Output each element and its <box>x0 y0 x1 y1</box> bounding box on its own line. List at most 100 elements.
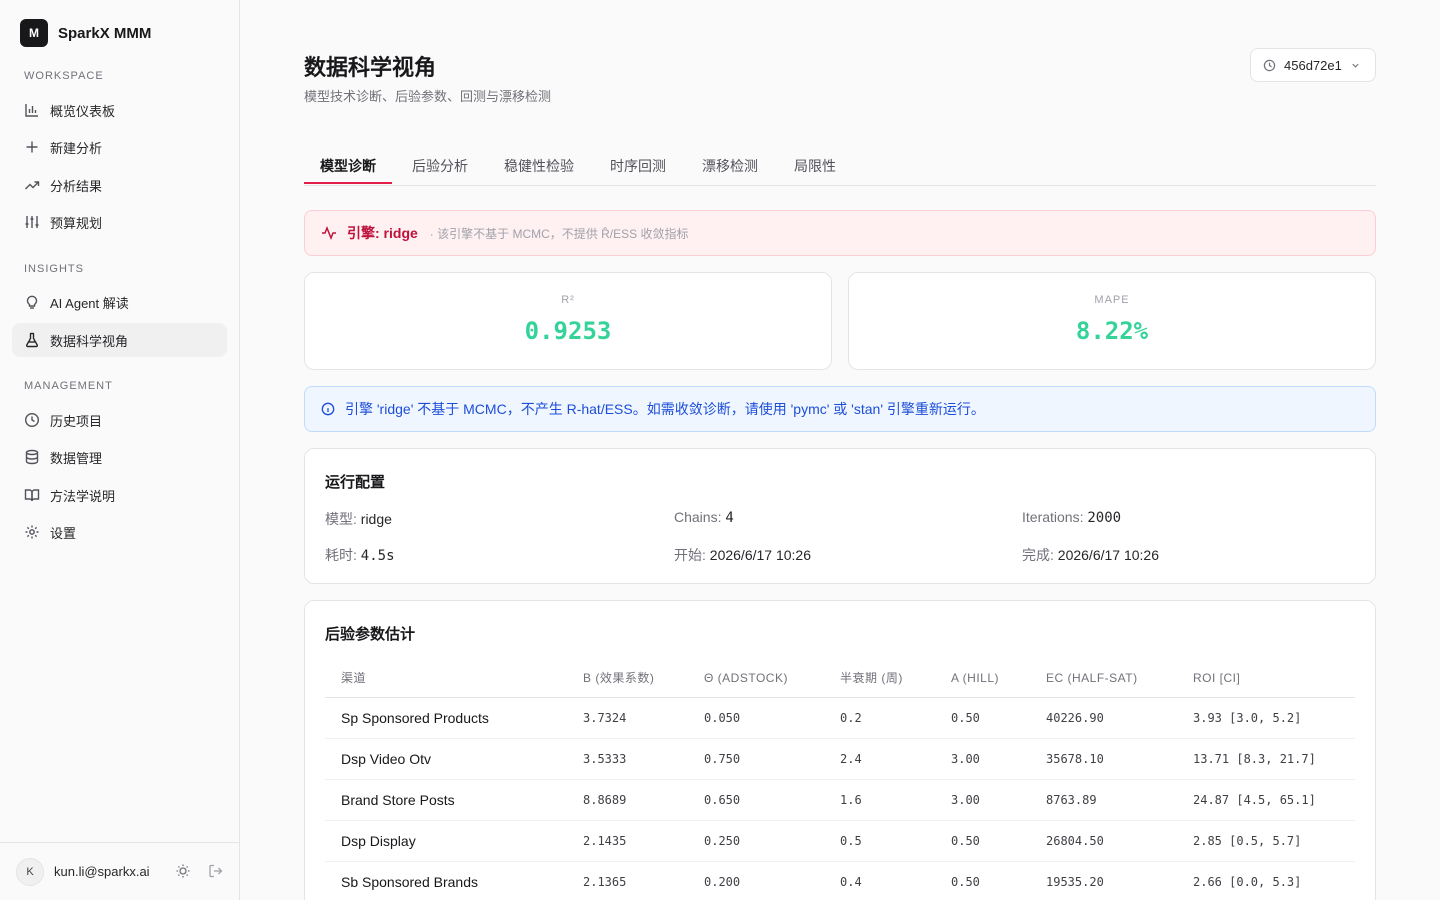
sidebar-item-label: 分析结果 <box>50 178 103 194</box>
activity-icon <box>322 225 336 241</box>
ec-value: 35678.10 <box>1030 738 1177 780</box>
config-item-model: 模型: ridge <box>325 509 392 529</box>
table-row[interactable]: Sb Sponsored Brands 2.1365 0.200 0.4 0.5… <box>325 861 1355 900</box>
book-icon <box>24 489 40 502</box>
tab-model-diagnostics[interactable]: 模型诊断 <box>320 156 376 176</box>
roi-value: 13.71 [8.3, 21.7] <box>1177 738 1355 780</box>
sidebar-item-new-analysis[interactable]: 新建分析 <box>12 130 227 164</box>
roi-value: 2.66 [0.0, 5.3] <box>1177 861 1355 900</box>
alpha-value: 0.50 <box>935 697 1030 739</box>
gear-icon <box>25 525 39 539</box>
sidebar-item-label: 历史项目 <box>50 413 103 429</box>
table-row[interactable]: Dsp Display 2.1435 0.250 0.5 0.50 26804.… <box>325 820 1355 862</box>
config-value: 2026/6/17 10:26 <box>709 547 811 563</box>
column-header[interactable]: Β (效果系数) <box>567 659 688 698</box>
sidebar: M SparkX MMM WORKSPACE 概览仪表板 新建分析 分析结果 预… <box>0 0 240 900</box>
sidebar-item-history[interactable]: 历史项目 <box>12 403 227 437</box>
half-life-value: 1.6 <box>824 779 935 821</box>
column-header[interactable]: ROI [CI] <box>1177 659 1355 698</box>
config-value: 4.5s <box>360 548 395 564</box>
tab-robustness[interactable]: 稳健性检验 <box>504 156 574 176</box>
page-title: 数据科学视角 <box>304 55 437 80</box>
tab-backtest[interactable]: 时序回测 <box>610 156 666 176</box>
ec-value: 40226.90 <box>1030 697 1177 739</box>
brand-logo: M <box>20 19 48 47</box>
sidebar-item-data-management[interactable]: 数据管理 <box>12 440 227 474</box>
config-key: 完成: <box>1022 547 1054 563</box>
clock-icon <box>24 412 40 428</box>
ec-value: 19535.20 <box>1030 861 1177 900</box>
config-item-chains: Chains: 4 <box>674 509 734 526</box>
theta-value: 0.650 <box>688 779 824 821</box>
config-item-iterations: Iterations: 2000 <box>1022 509 1121 526</box>
table-row[interactable]: Dsp Video Otv 3.5333 0.750 2.4 3.00 3567… <box>325 738 1355 780</box>
sidebar-item-label: 方法学说明 <box>50 488 116 504</box>
channel-name: Sb Sponsored Brands <box>325 861 567 900</box>
channel-name: Dsp Video Otv <box>325 738 567 780</box>
sidebar-item-label: 新建分析 <box>50 140 103 156</box>
avatar[interactable]: K <box>16 857 44 886</box>
sidebar-item-label: 概览仪表板 <box>50 103 116 119</box>
column-header[interactable]: Α (HILL) <box>935 659 1030 698</box>
beta-value: 3.5333 <box>567 738 688 780</box>
run-selector[interactable]: 456d72e1 <box>1250 48 1376 82</box>
config-value: ridge <box>360 511 392 527</box>
tab-drift-detection[interactable]: 漂移检测 <box>702 156 758 176</box>
section-label-insights: INSIGHTS <box>24 263 84 275</box>
config-value: 2000 <box>1087 510 1122 526</box>
config-item-end: 完成: 2026/6/17 10:26 <box>1022 545 1159 565</box>
engine-label: 引擎: ridge <box>347 225 418 241</box>
engine-note: · 该引擎不基于 MCMC，不提供 R̂/ESS 收敛指标 <box>429 226 689 241</box>
tab-limitations[interactable]: 局限性 <box>794 156 836 176</box>
tab-bar: 模型诊断 后验分析 稳健性检验 时序回测 漂移检测 局限性 <box>304 146 1376 186</box>
table-row[interactable]: Sp Sponsored Products 3.7324 0.050 0.2 0… <box>325 697 1355 739</box>
sidebar-item-methodology[interactable]: 方法学说明 <box>12 478 227 512</box>
config-key: 模型: <box>325 511 357 527</box>
card-title: 运行配置 <box>325 474 386 491</box>
channel-name: Dsp Display <box>325 820 567 862</box>
bar-chart-icon <box>25 104 38 117</box>
roi-value: 3.93 [3.0, 5.2] <box>1177 697 1355 739</box>
column-header[interactable]: 渠道 <box>325 659 567 698</box>
sidebar-item-budget[interactable]: 预算规划 <box>12 205 227 239</box>
column-header[interactable]: Θ (ADSTOCK) <box>688 659 824 698</box>
alpha-value: 3.00 <box>935 779 1030 821</box>
config-value: 2026/6/17 10:26 <box>1057 547 1159 563</box>
sidebar-item-label: 数据科学视角 <box>50 333 129 349</box>
run-id: 456d72e1 <box>1284 57 1342 73</box>
sidebar-item-dashboard[interactable]: 概览仪表板 <box>12 93 227 127</box>
sidebar-item-ai-agent[interactable]: AI Agent 解读 <box>12 285 227 319</box>
config-key: 开始: <box>674 547 706 563</box>
section-label-workspace: WORKSPACE <box>24 70 104 82</box>
clock-icon <box>1263 59 1276 71</box>
sidebar-item-results[interactable]: 分析结果 <box>12 168 227 202</box>
column-header[interactable]: EC (HALF-SAT) <box>1030 659 1177 698</box>
logout-icon[interactable] <box>208 863 224 879</box>
engine-banner: 引擎: ridge · 该引擎不基于 MCMC，不提供 R̂/ESS 收敛指标 <box>304 210 1376 256</box>
table-header-row: 渠道 Β (效果系数) Θ (ADSTOCK) 半衰期 (周) Α (HILL)… <box>325 659 1355 698</box>
beta-value: 2.1365 <box>567 861 688 900</box>
sidebar-item-settings[interactable]: 设置 <box>12 515 227 549</box>
theta-value: 0.250 <box>688 820 824 862</box>
sun-icon[interactable] <box>175 863 191 879</box>
metric-value: 0.9253 <box>524 317 612 345</box>
metric-value: 8.22% <box>1075 317 1149 345</box>
tab-posterior-analysis[interactable]: 后验分析 <box>412 156 468 176</box>
sidebar-item-label: AI Agent 解读 <box>50 295 129 311</box>
theta-value: 0.050 <box>688 697 824 739</box>
metric-card-r2: R² 0.9253 <box>304 272 832 370</box>
lightbulb-icon <box>26 295 38 309</box>
info-text: 引擎 'ridge' 不基于 MCMC，不产生 R-hat/ESS。如需收敛诊断… <box>345 401 985 417</box>
table-row[interactable]: Brand Store Posts 8.8689 0.650 1.6 3.00 … <box>325 779 1355 821</box>
sidebar-item-label: 预算规划 <box>50 215 103 231</box>
column-header[interactable]: 半衰期 (周) <box>824 659 935 698</box>
config-item-start: 开始: 2026/6/17 10:26 <box>674 545 811 565</box>
chevron-down-icon <box>1352 63 1359 68</box>
sidebar-item-label: 数据管理 <box>50 450 103 466</box>
beta-value: 2.1435 <box>567 820 688 862</box>
sidebar-item-data-science[interactable]: 数据科学视角 <box>12 323 227 357</box>
brand[interactable]: M SparkX MMM <box>20 19 151 47</box>
ec-value: 8763.89 <box>1030 779 1177 821</box>
theta-value: 0.750 <box>688 738 824 780</box>
user-email: kun.li@sparkx.ai <box>54 864 150 879</box>
